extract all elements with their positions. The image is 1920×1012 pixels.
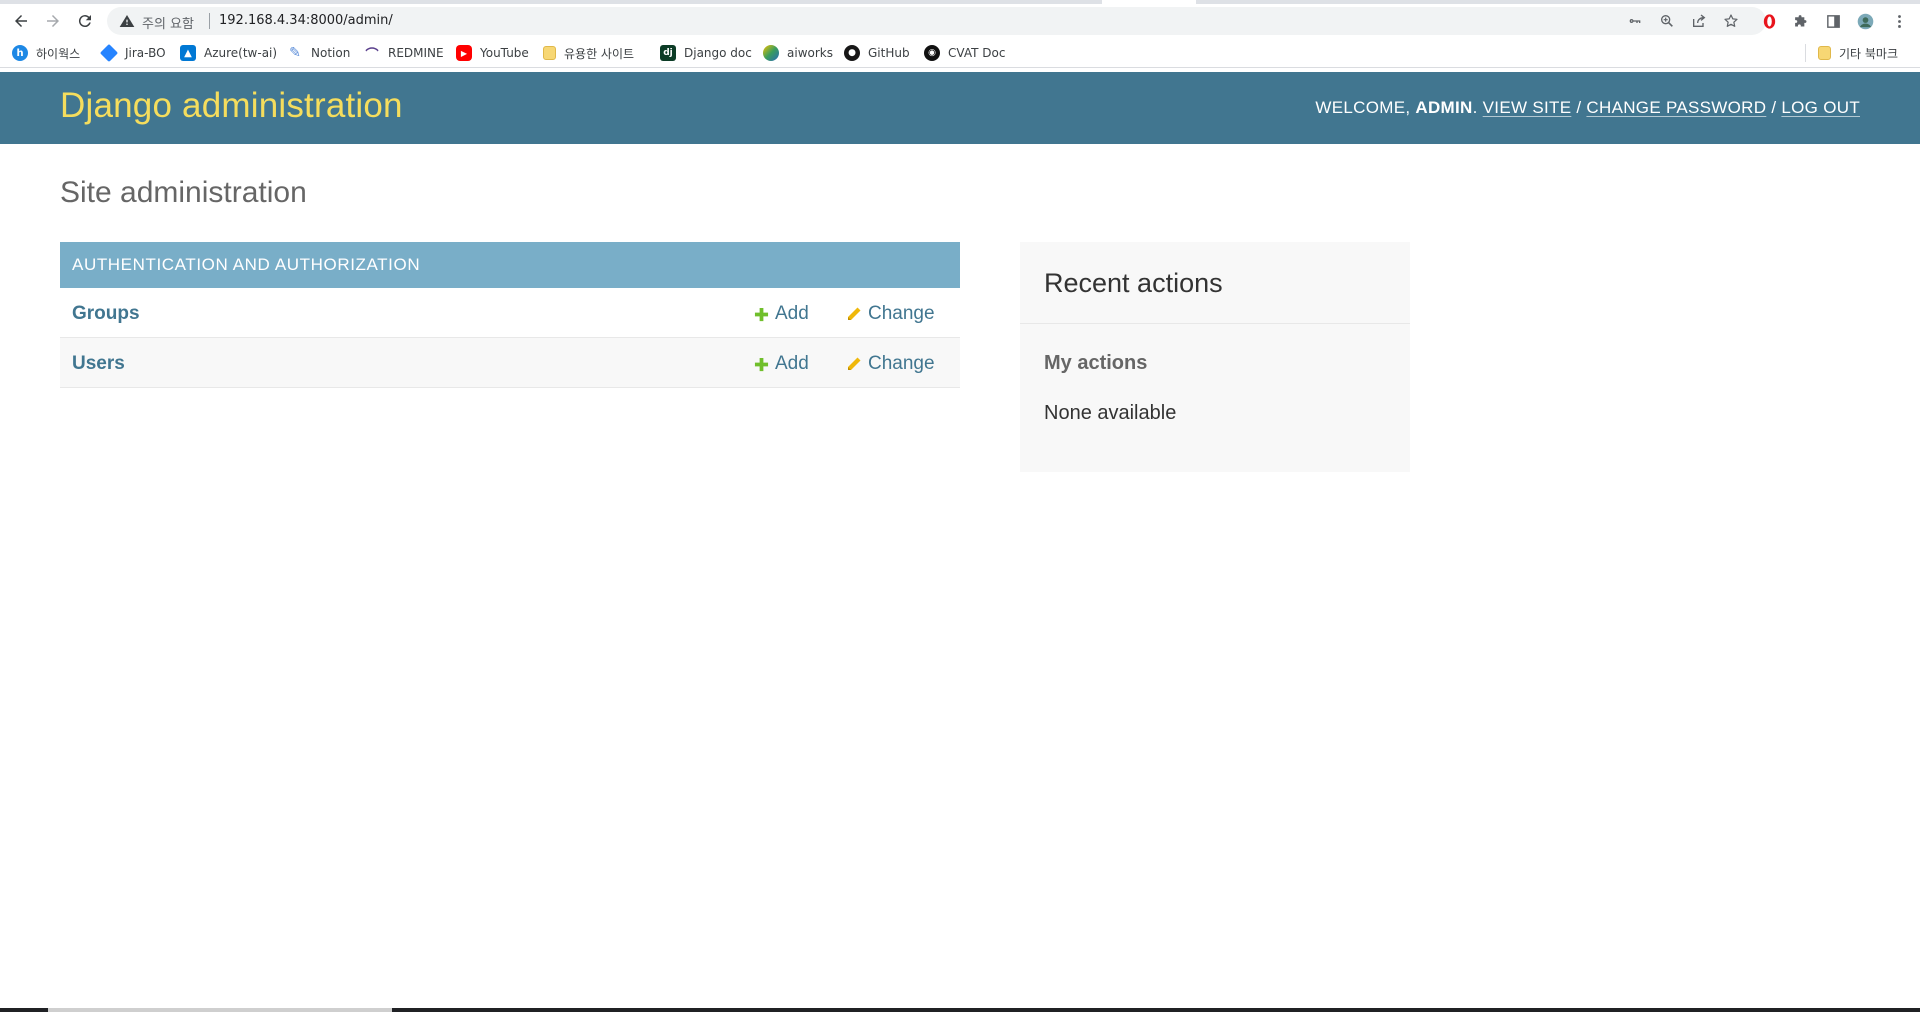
change-groups-button[interactable]: Change xyxy=(846,303,935,325)
user-tools: Welcome, admin. View site / Change passw… xyxy=(1315,98,1860,118)
recent-divider xyxy=(1020,323,1410,324)
separator: / xyxy=(1771,98,1777,117)
users-link[interactable]: Users xyxy=(72,353,125,375)
address-bar[interactable]: 주의 요함 192.168.4.34:8000/admin/ xyxy=(107,7,1766,35)
bookmark-label: Notion xyxy=(311,46,351,60)
share-icon[interactable] xyxy=(1690,12,1708,30)
back-button[interactable] xyxy=(6,6,36,36)
recent-actions-panel: Recent actions My actions None available xyxy=(1020,242,1410,472)
change-label: Change xyxy=(868,353,935,374)
log-out-link[interactable]: Log out xyxy=(1781,98,1860,117)
aiworks-icon xyxy=(763,45,779,61)
back-arrow-icon xyxy=(15,15,27,27)
profile-avatar[interactable] xyxy=(1855,11,1875,31)
bookmark-jira[interactable]: Jira-BO xyxy=(99,43,166,63)
bookmark-django-doc[interactable]: dj Django doc xyxy=(660,44,752,62)
separator: / xyxy=(1576,98,1582,117)
bookmark-aiworks[interactable]: aiworks xyxy=(763,44,833,62)
site-branding[interactable]: Django administration xyxy=(60,86,403,126)
zoom-icon[interactable] xyxy=(1658,12,1676,30)
bookmark-label: 하이웍스 xyxy=(36,46,81,61)
warning-triangle-icon[interactable] xyxy=(119,13,135,29)
folder-icon xyxy=(543,46,556,60)
groups-link[interactable]: Groups xyxy=(72,303,140,325)
bookmark-folder-useful[interactable]: 유용한 사이트 xyxy=(543,44,634,62)
change-users-button[interactable]: Change xyxy=(846,353,935,375)
bookmark-label: CVAT Doc xyxy=(948,46,1006,60)
redmine-icon: ⌒ xyxy=(365,47,379,63)
forward-arrow-icon xyxy=(47,15,59,27)
bookmark-label: Jira-BO xyxy=(125,46,166,60)
forward-button[interactable] xyxy=(38,6,68,36)
bookmark-label: 유용한 사이트 xyxy=(564,46,635,61)
add-label: Add xyxy=(775,353,809,374)
bookmark-cvat[interactable]: ◉ CVAT Doc xyxy=(924,44,1005,62)
bookmark-label: GitHub xyxy=(868,46,910,60)
bookmarks-separator xyxy=(1805,44,1806,62)
django-icon: dj xyxy=(660,45,676,61)
plus-icon xyxy=(753,306,769,322)
bookmark-label: aiworks xyxy=(787,46,833,60)
jira-icon xyxy=(99,43,119,63)
bookmark-other[interactable]: 기타 북마크 xyxy=(1818,44,1898,62)
feather-icon: ✎ xyxy=(289,45,301,61)
model-row-groups: Groups Add Change xyxy=(60,288,960,338)
bookmark-youtube[interactable]: ▶ YouTube xyxy=(456,44,529,62)
bookmarks-bar: h 하이웍스 Jira-BO ▲ Azure(tw-ai) ✎ Notion ⌒… xyxy=(0,38,1920,68)
key-icon[interactable] xyxy=(1626,12,1644,30)
model-row-users: Users Add Change xyxy=(60,338,960,388)
cvat-icon: ◉ xyxy=(924,45,940,61)
recent-actions-title: Recent actions xyxy=(1044,268,1223,298)
bookmark-github[interactable]: ● GitHub xyxy=(844,44,910,62)
plus-icon xyxy=(753,356,769,372)
add-label: Add xyxy=(775,303,809,324)
site-header: Django administration Welcome, admin. Vi… xyxy=(0,72,1920,144)
view-site-link[interactable]: View site xyxy=(1483,98,1572,117)
azure-icon: ▲ xyxy=(180,45,196,61)
bookmark-label: Django doc xyxy=(684,46,752,60)
empty-actions-text: None available xyxy=(1044,402,1177,424)
url-text[interactable]: 192.168.4.34:8000/admin/ xyxy=(219,13,393,28)
bookmark-label: YouTube xyxy=(480,46,529,60)
welcome-text: Welcome, xyxy=(1315,98,1411,117)
security-warning-text[interactable]: 주의 요함 xyxy=(142,13,194,32)
app-module-auth: Authentication and Authorization Groups … xyxy=(60,242,960,388)
add-groups-button[interactable]: Add xyxy=(753,303,809,325)
punctuation: . xyxy=(1472,98,1478,117)
module-caption[interactable]: Authentication and Authorization xyxy=(60,242,960,288)
hiworks-icon: h xyxy=(12,45,28,61)
bookmark-label: 기타 북마크 xyxy=(1839,46,1899,61)
reload-button[interactable] xyxy=(70,6,100,36)
pencil-icon xyxy=(846,306,862,322)
page-title: Site administration xyxy=(60,176,307,209)
opera-extension-icon[interactable] xyxy=(1759,11,1779,31)
taskbar-edge xyxy=(0,1008,1920,1012)
bookmark-label: REDMINE xyxy=(388,46,444,60)
folder-icon xyxy=(1818,46,1831,60)
pencil-icon xyxy=(846,356,862,372)
username: admin xyxy=(1415,98,1473,117)
add-users-button[interactable]: Add xyxy=(753,353,809,375)
youtube-icon: ▶ xyxy=(456,45,472,61)
github-icon: ● xyxy=(844,45,860,61)
change-password-link[interactable]: Change password xyxy=(1586,98,1766,117)
bookmark-hiworks[interactable]: h 하이웍스 xyxy=(12,44,80,62)
change-label: Change xyxy=(868,303,935,324)
bookmark-azure[interactable]: ▲ Azure(tw-ai) xyxy=(180,44,277,62)
star-bookmark-icon[interactable] xyxy=(1722,12,1740,30)
reload-icon xyxy=(78,15,91,28)
my-actions-heading: My actions xyxy=(1044,352,1148,374)
bookmark-label: Azure(tw-ai) xyxy=(204,46,278,60)
browser-toolbar: 주의 요함 192.168.4.34:8000/admin/ xyxy=(0,4,1920,38)
side-panel-icon[interactable] xyxy=(1823,11,1843,31)
omnibox-separator xyxy=(209,13,210,29)
bookmark-notion[interactable]: ✎ Notion xyxy=(287,44,350,62)
bookmark-redmine[interactable]: ⌒ REDMINE xyxy=(364,44,444,63)
taskbar-segment xyxy=(48,1008,392,1012)
extensions-puzzle-icon[interactable] xyxy=(1791,11,1811,31)
kebab-menu-icon[interactable] xyxy=(1889,11,1909,31)
